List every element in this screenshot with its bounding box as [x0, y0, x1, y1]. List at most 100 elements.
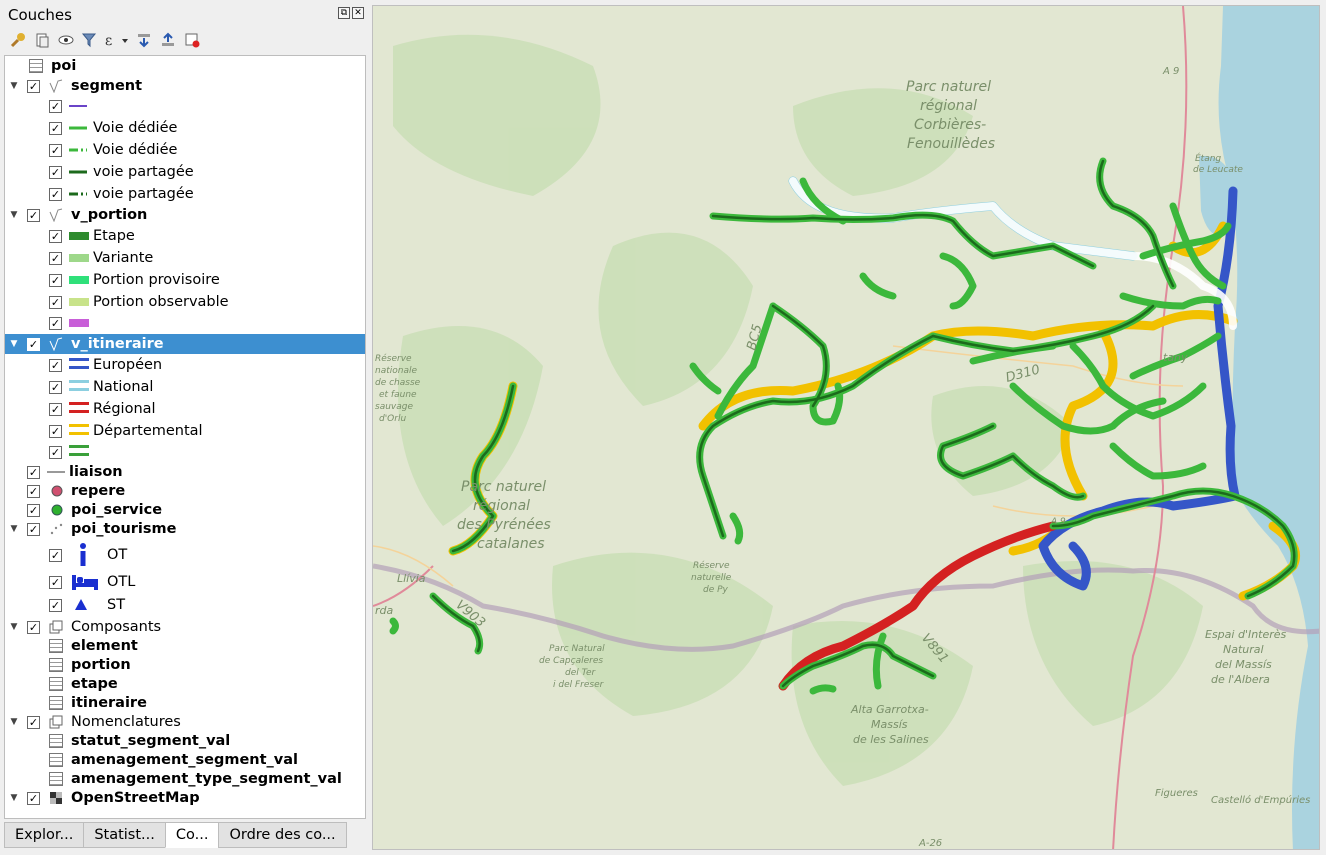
legend-checkbox[interactable]: ✓: [49, 445, 62, 459]
legend-item[interactable]: ✓ ST: [5, 595, 365, 615]
map-canvas[interactable]: A 9 Parc naturel régional Corbières- Fen…: [372, 5, 1320, 850]
layer-row-amenagement-segment-val[interactable]: amenagement_segment_val: [5, 750, 365, 770]
collapse-arrow-icon[interactable]: ▼: [9, 524, 19, 534]
legend-checkbox[interactable]: ✓: [49, 229, 62, 243]
layer-row-element[interactable]: element: [5, 636, 365, 656]
park-label: del Ter: [565, 668, 597, 678]
layer-row-repere[interactable]: ✓ repere: [5, 481, 365, 501]
legend-checkbox[interactable]: ✓: [49, 402, 62, 416]
legend-checkbox[interactable]: ✓: [49, 121, 62, 135]
park-label: Parc naturel: [461, 479, 546, 495]
legend-item[interactable]: ✓: [5, 313, 365, 333]
legend-item[interactable]: ✓ Portion observable: [5, 292, 365, 312]
legend-checkbox[interactable]: ✓: [49, 143, 62, 157]
legend-item[interactable]: ✓ Départemental: [5, 421, 365, 441]
remove-layer-icon[interactable]: [182, 30, 202, 50]
legend-item[interactable]: ✓ voie partagée: [5, 162, 365, 182]
layer-checkbox[interactable]: ✓: [27, 503, 40, 517]
layer-label: poi_tourisme: [71, 521, 177, 537]
group-row-nomenclatures[interactable]: ▼ ✓ Nomenclatures: [5, 712, 365, 732]
layer-row-liaison[interactable]: ✓ liaison: [5, 462, 365, 482]
paint-style-icon[interactable]: [8, 30, 28, 50]
line-layer-icon: [47, 78, 65, 94]
legend-checkbox[interactable]: ✓: [49, 575, 62, 589]
legend-label: Européen: [93, 357, 163, 373]
legend-item[interactable]: ✓: [5, 442, 365, 462]
layer-row-segment[interactable]: ▼ ✓ segment: [5, 76, 365, 96]
layer-row-poi-tourisme[interactable]: ▼ ✓ poi_tourisme: [5, 519, 365, 539]
legend-checkbox[interactable]: ✓: [49, 165, 62, 179]
legend-item[interactable]: ✓ voie partagée: [5, 184, 365, 204]
collapse-all-icon[interactable]: [158, 30, 178, 50]
legend-item[interactable]: ✓ Voie dédiée: [5, 118, 365, 138]
layer-row-amenagement-type-segment-val[interactable]: amenagement_type_segment_val: [5, 769, 365, 789]
layer-row-portion[interactable]: portion: [5, 655, 365, 675]
collapse-arrow-icon[interactable]: ▼: [9, 81, 19, 91]
tab-layers[interactable]: Co...: [164, 822, 220, 848]
legend-checkbox[interactable]: ✓: [49, 380, 62, 394]
layer-checkbox[interactable]: ✓: [27, 208, 40, 222]
legend-checkbox[interactable]: ✓: [49, 99, 62, 113]
town-label: Llívia: [397, 572, 426, 585]
legend-item[interactable]: ✓ Portion provisoire: [5, 270, 365, 290]
layer-checkbox[interactable]: ✓: [27, 337, 40, 351]
tab-layer-order[interactable]: Ordre des co...: [218, 822, 347, 848]
legend-item[interactable]: ✓ OTL: [5, 570, 365, 594]
layer-row-poi[interactable]: poi: [5, 56, 365, 76]
table-icon: [47, 638, 65, 654]
add-group-icon[interactable]: [32, 30, 52, 50]
legend-checkbox[interactable]: ✓: [49, 251, 62, 265]
filter-icon[interactable]: [80, 30, 100, 50]
layer-row-v-portion[interactable]: ▼ ✓ v_portion: [5, 205, 365, 225]
collapse-arrow-icon[interactable]: ▼: [9, 339, 19, 349]
park-label: des Pyrénées: [457, 517, 551, 533]
legend-item[interactable]: ✓ Variante: [5, 248, 365, 268]
collapse-arrow-icon[interactable]: ▼: [9, 622, 19, 632]
legend-checkbox[interactable]: ✓: [49, 598, 62, 612]
undock-button[interactable]: ⧉: [338, 7, 350, 19]
legend-item[interactable]: ✓ Européen: [5, 355, 365, 375]
layer-label: segment: [71, 78, 143, 94]
layer-checkbox[interactable]: ✓: [27, 484, 40, 498]
legend-item[interactable]: ✓ Etape: [5, 226, 365, 246]
legend-checkbox[interactable]: ✓: [49, 548, 62, 562]
layer-checkbox[interactable]: ✓: [27, 79, 40, 93]
legend-checkbox[interactable]: ✓: [49, 424, 62, 438]
expression-filter-icon[interactable]: ε: [104, 30, 130, 50]
collapse-arrow-icon[interactable]: ▼: [9, 793, 19, 803]
layer-row-openstreetmap[interactable]: ▼ ✓ OpenStreetMap: [5, 788, 365, 808]
legend-item[interactable]: ✓ Régional: [5, 399, 365, 419]
legend-item[interactable]: ✓: [5, 96, 365, 116]
tab-explorer[interactable]: Explor...: [4, 822, 85, 848]
group-checkbox[interactable]: ✓: [27, 620, 40, 634]
park-label: Parc Natural: [549, 644, 605, 654]
park-label: i del Freser: [553, 680, 605, 690]
legend-checkbox[interactable]: ✓: [49, 187, 62, 201]
layer-row-v-itineraire[interactable]: ▼ ✓ v_itineraire: [5, 334, 365, 354]
legend-item[interactable]: ✓ OT: [5, 542, 365, 568]
layer-row-poi-service[interactable]: ✓ poi_service: [5, 500, 365, 520]
layer-checkbox[interactable]: ✓: [27, 791, 40, 805]
layer-row-statut-segment-val[interactable]: statut_segment_val: [5, 731, 365, 751]
collapse-arrow-icon[interactable]: ▼: [9, 210, 19, 220]
layer-row-itineraire[interactable]: itineraire: [5, 693, 365, 713]
layer-row-etape[interactable]: etape: [5, 674, 365, 694]
legend-item[interactable]: ✓ National: [5, 377, 365, 397]
legend-item[interactable]: ✓ Voie dédiée: [5, 140, 365, 160]
legend-checkbox[interactable]: ✓: [49, 316, 62, 330]
legend-checkbox[interactable]: ✓: [49, 295, 62, 309]
town-label: Figueres: [1155, 788, 1198, 799]
legend-checkbox[interactable]: ✓: [49, 273, 62, 287]
layer-checkbox[interactable]: ✓: [27, 465, 40, 479]
layer-label: liaison: [69, 464, 123, 480]
tab-statistics[interactable]: Statist...: [83, 822, 166, 848]
group-row-composants[interactable]: ▼ ✓ Composants: [5, 617, 365, 637]
legend-checkbox[interactable]: ✓: [49, 358, 62, 372]
layer-checkbox[interactable]: ✓: [27, 522, 40, 536]
visibility-eye-icon[interactable]: [56, 30, 76, 50]
group-checkbox[interactable]: ✓: [27, 715, 40, 729]
map-svg[interactable]: A 9 Parc naturel régional Corbières- Fen…: [373, 6, 1320, 850]
collapse-arrow-icon[interactable]: ▼: [9, 717, 19, 727]
expand-all-icon[interactable]: [134, 30, 154, 50]
close-panel-button[interactable]: ✕: [352, 7, 364, 19]
